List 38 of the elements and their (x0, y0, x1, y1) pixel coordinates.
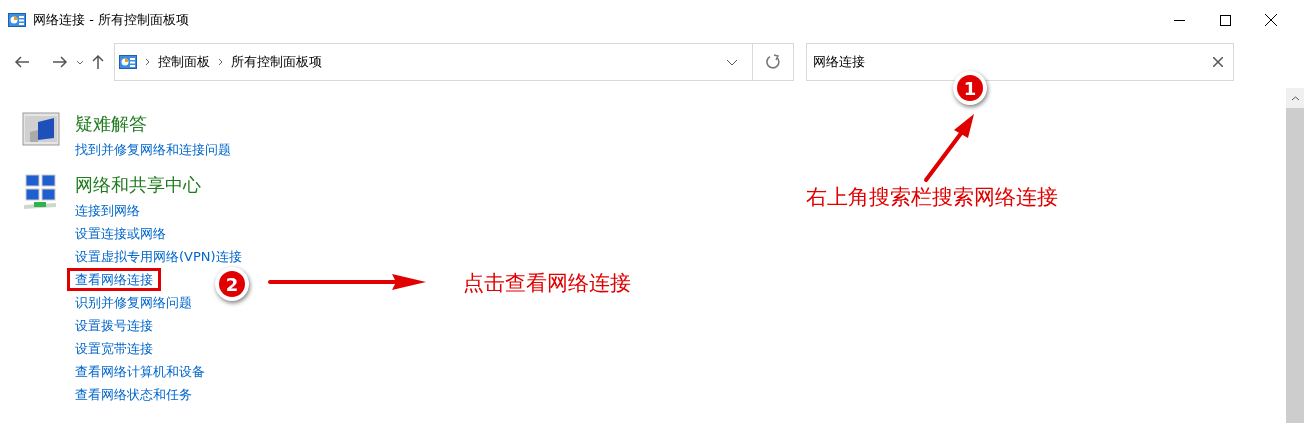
clear-icon[interactable] (1213, 57, 1223, 67)
section-title[interactable]: 网络和共享中心 (75, 173, 242, 197)
breadcrumb-item[interactable]: 所有控制面板项 (231, 52, 322, 72)
up-arrow-icon (92, 54, 104, 70)
search-field[interactable]: 网络连接 (806, 43, 1234, 81)
step-number-badge: 1 (953, 71, 987, 105)
annotation-text: 点击查看网络连接 (463, 270, 631, 297)
breadcrumb-chevron-icon (145, 58, 150, 66)
task-link[interactable]: 设置宽带连接 (75, 337, 153, 360)
address-bar[interactable]: 控制面板 所有控制面板项 (114, 43, 794, 81)
task-link[interactable]: 设置拨号连接 (75, 314, 153, 337)
monitor-icon (22, 112, 60, 146)
window-title: 网络连接 - 所有控制面板项 (33, 11, 189, 30)
refresh-icon (765, 54, 781, 70)
back-arrow-icon (14, 56, 30, 68)
step-number-badge: 2 (215, 267, 249, 301)
forward-arrow-icon (52, 56, 68, 68)
breadcrumb-item[interactable]: 控制面板 (158, 52, 210, 72)
section-title[interactable]: 疑难解答 (75, 112, 231, 136)
task-link[interactable]: 查看网络状态和任务 (75, 383, 192, 406)
chevron-down-icon (76, 59, 84, 65)
chevron-down-icon[interactable] (726, 58, 738, 66)
task-link[interactable]: 设置虚拟专用网络(VPN)连接 (75, 245, 242, 268)
task-link[interactable]: 连接到网络 (75, 199, 140, 222)
breadcrumb-chevron-icon (218, 58, 223, 66)
task-link[interactable]: 识别并修复网络问题 (75, 291, 192, 314)
task-link[interactable]: 找到并修复网络和连接问题 (75, 138, 231, 161)
search-value: 网络连接 (813, 53, 866, 72)
task-link[interactable]: 查看网络连接 (67, 268, 161, 291)
close-icon (1265, 14, 1277, 26)
control-panel-icon (119, 55, 137, 69)
task-link[interactable]: 查看网络计算机和设备 (75, 360, 205, 383)
maximize-icon (1219, 14, 1231, 26)
minimize-icon (1173, 19, 1185, 21)
control-panel-icon (8, 13, 26, 27)
task-link[interactable]: 设置连接或网络 (75, 222, 166, 245)
annotation-text: 右上角搜索栏搜索网络连接 (806, 184, 1058, 211)
scroll-up-icon (1290, 95, 1300, 101)
